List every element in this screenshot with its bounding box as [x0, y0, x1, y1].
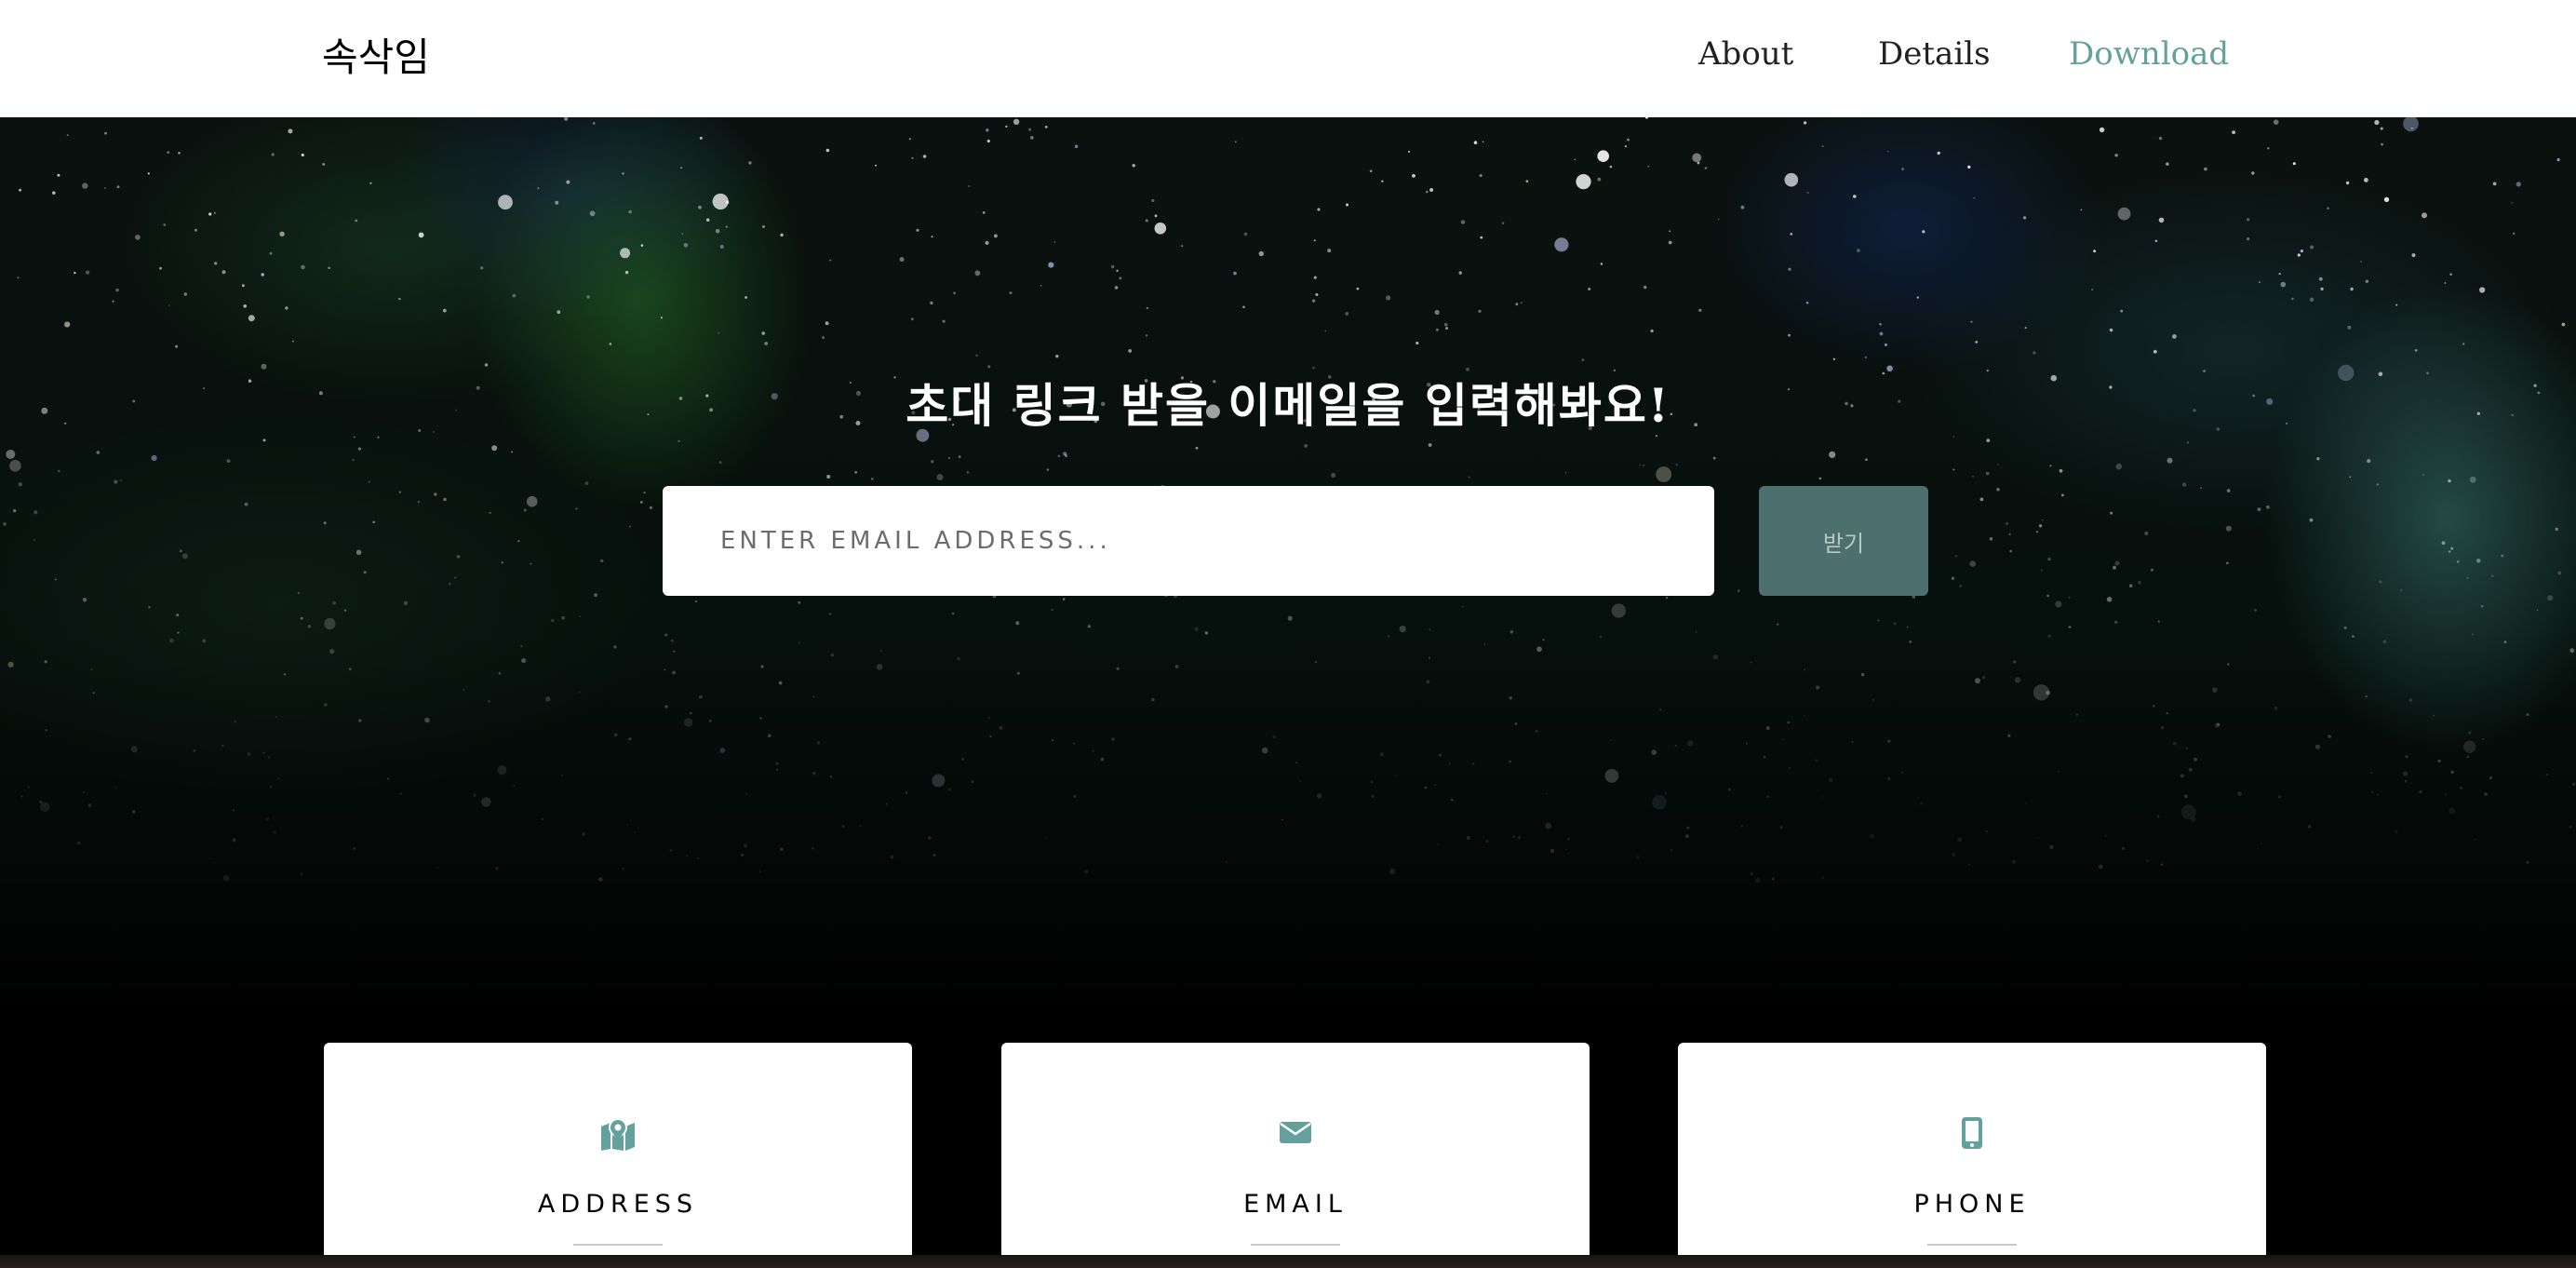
email-input[interactable] [663, 486, 1714, 596]
address-card: ADDRESS [324, 1043, 912, 1268]
phone-card: PHONE [1678, 1043, 2266, 1268]
page: 초대 링크 받을 이메일을 입력해봐요! 받기 속삭임 About Detail… [0, 0, 2576, 1268]
card-title-phone: PHONE [1913, 1190, 2031, 1220]
email-card: EMAIL [1001, 1043, 1590, 1268]
window-bottom-edge [0, 1255, 2576, 1268]
nav-link-download[interactable]: Download [2069, 35, 2229, 73]
submit-button[interactable]: 받기 [1759, 486, 1928, 596]
brand-logo[interactable]: 속삭임 [322, 26, 430, 83]
hero-title: 초대 링크 받을 이메일을 입력해봐요! [906, 377, 1670, 433]
mobile-phone-icon [1678, 1117, 2266, 1151]
card-title-address: ADDRESS [537, 1190, 699, 1220]
nav-link-about[interactable]: About [1698, 35, 1793, 73]
card-title-email: EMAIL [1243, 1190, 1348, 1220]
map-marked-icon [324, 1117, 912, 1151]
card-divider [1927, 1244, 2017, 1246]
envelope-icon [1001, 1117, 1590, 1151]
card-divider [1251, 1244, 1340, 1246]
navbar: 속삭임 About Details Download [0, 0, 2576, 117]
nav-link-details[interactable]: Details [1878, 35, 1991, 73]
card-divider [573, 1244, 663, 1246]
